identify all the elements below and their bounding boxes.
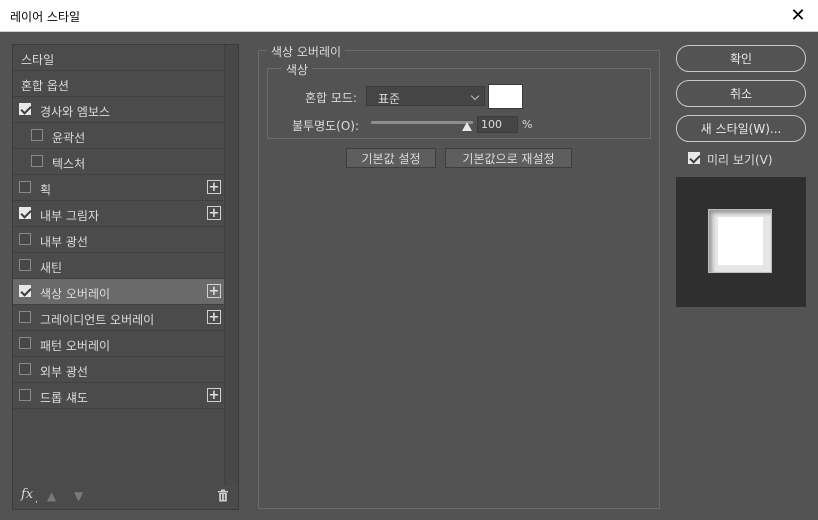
style-item-label: 텍스처 [52,157,86,171]
preview-thumbnail [676,177,806,307]
opacity-label: 불투명도(O): [292,119,360,133]
style-item-label: 그레이디언트 오버레이 [40,313,155,327]
style-item-label: 내부 그림자 [40,209,100,223]
preview-tile-face [718,217,763,265]
style-item[interactable]: 텍스처 [13,149,225,175]
style-checkbox[interactable] [19,363,31,375]
style-checkbox[interactable] [19,259,31,271]
move-up-icon[interactable]: ▲ [47,489,56,503]
blend-mode-select[interactable]: 표준 [366,86,485,106]
opacity-input[interactable]: 100 [477,116,518,133]
blend-mode-label: 혼합 모드: [305,91,358,105]
trash-icon[interactable] [217,489,229,502]
add-icon[interactable]: + [207,206,221,220]
style-item[interactable]: 경사와 엠보스 [13,97,225,123]
style-item[interactable]: 드롭 섀도 + [13,383,225,409]
styles-list: 스타일 혼합 옵션 경사와 엠보스 윤곽선 텍스처 획 + 내부 그림자 + 내부 광선 새틴 색상 … [13,45,225,409]
preview-tile [708,209,772,273]
color-subgroup-title: 색상 [282,61,313,78]
style-item[interactable]: 색상 오버레이 + [13,279,225,305]
style-item[interactable]: 내부 광선 [13,227,225,253]
preview-label: 미리 보기(V) [707,153,773,167]
style-item-label: 획 [40,183,52,197]
styles-toolbar: fx , ▲ ▼ [13,483,238,509]
style-checkbox[interactable] [19,233,31,245]
style-checkbox[interactable] [19,181,31,193]
add-icon[interactable]: + [207,284,221,298]
style-item[interactable]: 윤곽선 [13,123,225,149]
chevron-down-icon [470,91,480,101]
fx-button[interactable]: fx [21,487,33,502]
style-item-label: 윤곽선 [52,131,86,145]
new-style-button[interactable]: 새 스타일(W)... [676,115,806,142]
style-item-label: 경사와 엠보스 [40,105,111,119]
style-item[interactable]: 스타일 [13,45,225,71]
style-checkbox[interactable] [31,155,43,167]
style-checkbox[interactable] [19,207,31,219]
preview-checkbox[interactable] [688,152,700,164]
style-checkbox[interactable] [19,337,31,349]
add-icon[interactable]: + [207,388,221,402]
style-item-label: 외부 광선 [40,365,88,379]
add-icon[interactable]: + [207,310,221,324]
style-item-label: 스타일 [21,53,55,67]
style-item-label: 드롭 섀도 [40,391,88,405]
close-icon[interactable]: ✕ [784,3,812,29]
style-item[interactable]: 외부 광선 [13,357,225,383]
style-item[interactable]: 새틴 [13,253,225,279]
opacity-slider-thumb[interactable] [462,122,472,131]
add-icon[interactable]: + [207,180,221,194]
title-bar: 레이어 스타일 ✕ [0,0,818,32]
style-item-label: 색상 오버레이 [40,287,111,301]
style-checkbox[interactable] [19,389,31,401]
opacity-slider[interactable] [371,121,473,124]
style-item[interactable]: 혼합 옵션 [13,71,225,97]
style-item-label: 패턴 오버레이 [40,339,111,353]
style-item[interactable]: 패턴 오버레이 [13,331,225,357]
opacity-value: 100 [481,118,502,131]
cancel-button[interactable]: 취소 [676,80,806,107]
style-item-label: 새틴 [40,261,63,275]
style-checkbox[interactable] [31,129,43,141]
style-checkbox[interactable] [19,103,31,115]
make-default-button[interactable]: 기본값 설정 [346,148,436,168]
style-item-label: 혼합 옵션 [21,79,69,93]
style-checkbox[interactable] [19,311,31,323]
style-item[interactable]: 그레이디언트 오버레이 + [13,305,225,331]
style-checkbox[interactable] [19,285,31,297]
blend-mode-value: 표준 [378,92,401,106]
window-title: 레이어 스타일 [10,10,81,24]
color-overlay-title: 색상 오버레이 [267,43,346,60]
style-item-label: 내부 광선 [40,235,88,249]
ok-button[interactable]: 확인 [676,45,806,72]
opacity-unit: % [522,118,533,131]
style-item[interactable]: 내부 그림자 + [13,201,225,227]
reset-default-button[interactable]: 기본값으로 재설정 [445,148,572,168]
fx-dropdown-mark: , [35,495,38,505]
styles-panel: 스타일 혼합 옵션 경사와 엠보스 윤곽선 텍스처 획 + 내부 그림자 + 내부 광선 새틴 색상 … [12,44,239,510]
scrollbar[interactable] [224,45,238,485]
move-down-icon[interactable]: ▼ [74,489,83,503]
style-item[interactable]: 획 + [13,175,225,201]
overlay-color-swatch[interactable] [488,84,523,109]
